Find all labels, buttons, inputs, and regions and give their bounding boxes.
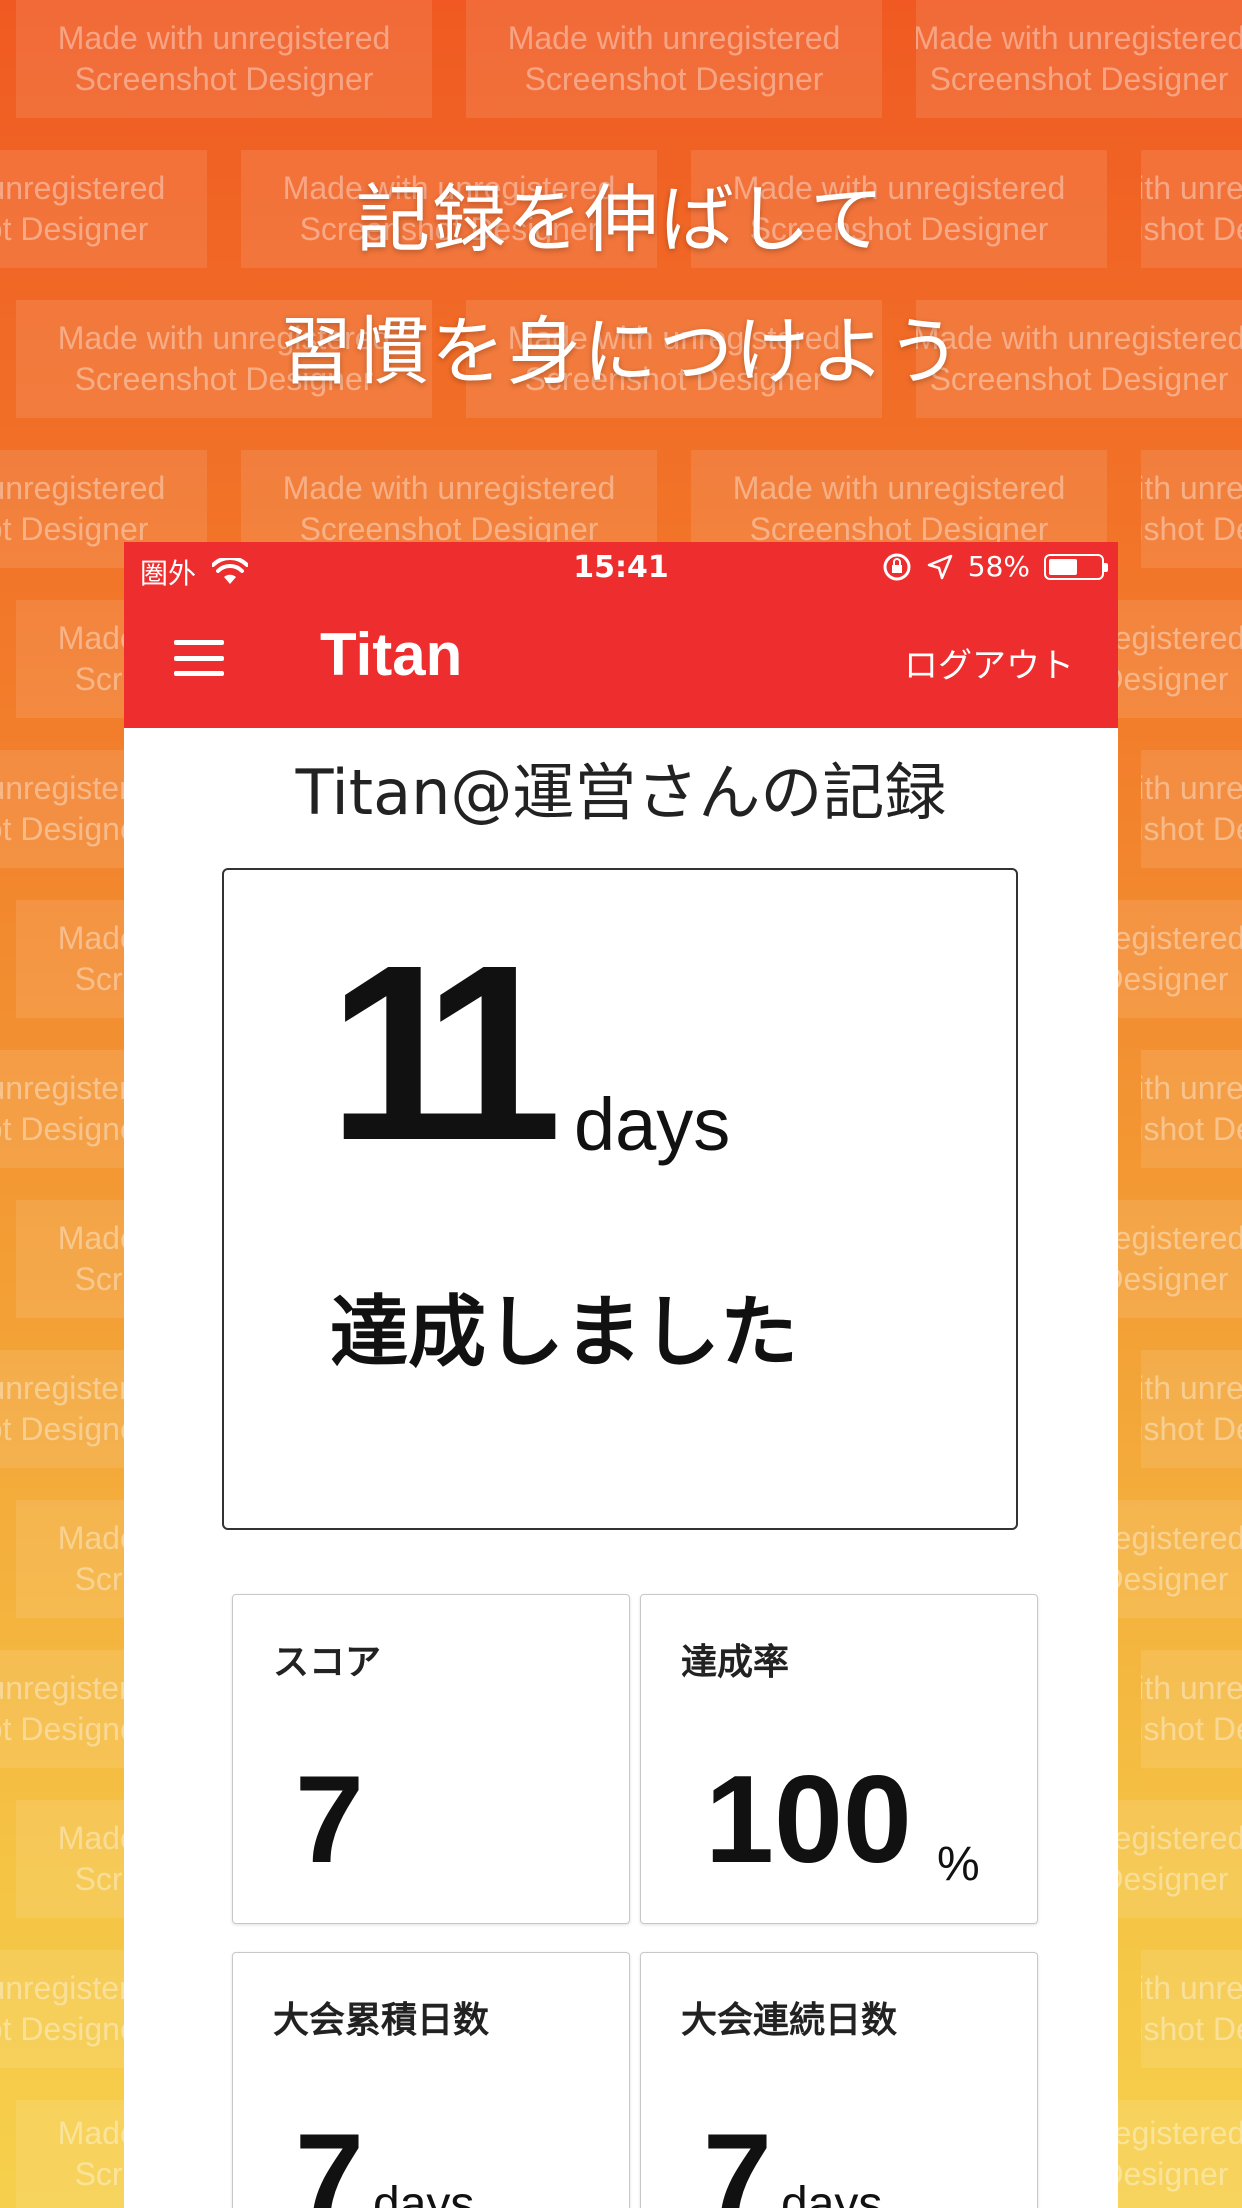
app-screen: 圏外 15:41 58% Titan ログアウト Titan@運営さんの記録 1… bbox=[124, 542, 1118, 2208]
battery-icon bbox=[1044, 553, 1108, 580]
headline-line-2: 習慣を身につけよう bbox=[279, 309, 963, 395]
record-title: Titan@運営さんの記録 bbox=[295, 756, 947, 829]
app-brand[interactable]: Titan bbox=[320, 620, 462, 689]
stat-suffix: % bbox=[937, 1838, 980, 1891]
watermark-tile: Made with unregisteredScreenshot Designe… bbox=[466, 0, 882, 118]
stat-suffix: days bbox=[781, 2178, 883, 2208]
stat-card-total-days: 大会累積日数 7 days bbox=[232, 1952, 630, 2208]
watermark-tile: Made with unregisteredScreenshot Designe… bbox=[1141, 1350, 1242, 1468]
headline-line-1: 記録を伸ばして bbox=[356, 177, 886, 263]
status-right: 58% bbox=[882, 550, 1108, 583]
stat-label: 大会累積日数 bbox=[273, 2000, 490, 2041]
stat-value: 7 bbox=[703, 2109, 772, 2208]
achieved-label: 達成しました bbox=[330, 1288, 799, 1378]
orientation-lock-icon bbox=[883, 553, 911, 580]
location-arrow-icon bbox=[927, 554, 953, 579]
watermark-tile: Made with unregisteredScreenshot Designe… bbox=[16, 0, 432, 118]
stat-value: 100 bbox=[705, 1751, 912, 1889]
streak-unit: days bbox=[574, 1083, 731, 1166]
watermark-tile: Made with unregisteredScreenshot Designe… bbox=[1141, 1050, 1242, 1168]
menu-icon[interactable] bbox=[174, 640, 224, 676]
stat-card-score: スコア 7 bbox=[232, 1594, 630, 1924]
status-bar: 圏外 15:41 58% bbox=[124, 542, 1118, 594]
stat-value: 7 bbox=[295, 1751, 364, 1889]
stat-card-consecutive-days: 大会連続日数 7 days bbox=[640, 1952, 1038, 2208]
stat-label: 大会連続日数 bbox=[681, 2000, 898, 2041]
logout-link[interactable]: ログアウト bbox=[904, 638, 1074, 687]
watermark-tile: Made with unregisteredScreenshot Designe… bbox=[1141, 1650, 1242, 1768]
watermark-tile: Made with unregisteredScreenshot Designe… bbox=[916, 0, 1242, 118]
stat-card-rate: 達成率 100 % bbox=[640, 1594, 1038, 1924]
stat-suffix: days bbox=[373, 2178, 475, 2208]
streak-card: 11 days 達成しました bbox=[222, 868, 1018, 1530]
battery-percent: 58% bbox=[967, 550, 1030, 583]
watermark-tile: Made with unregisteredScreenshot Designe… bbox=[1141, 450, 1242, 568]
stat-label: スコア bbox=[273, 1642, 382, 1683]
navbar: Titan ログアウト bbox=[124, 594, 1118, 728]
streak-value: 11 bbox=[328, 913, 562, 1192]
stat-value: 7 bbox=[295, 2109, 364, 2208]
watermark-tile: Made with unregisteredScreenshot Designe… bbox=[1141, 1950, 1242, 2068]
stat-label: 達成率 bbox=[681, 1642, 790, 1683]
watermark-tile: Made with unregisteredScreenshot Designe… bbox=[1141, 750, 1242, 868]
